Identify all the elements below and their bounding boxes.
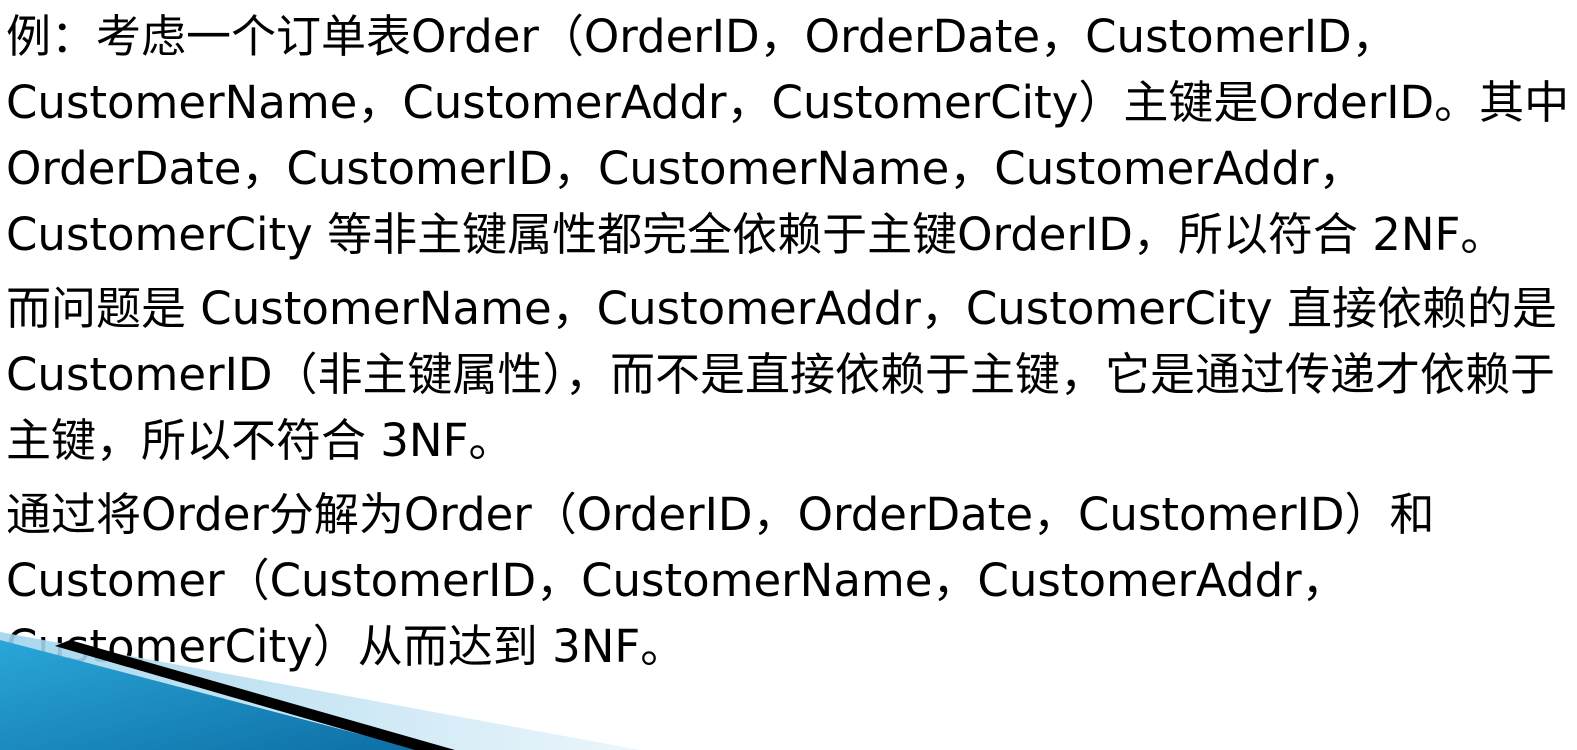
paragraph-2nf-example: 例：考虑一个订单表Order（OrderID，OrderDate，Custome…: [6, 10, 1570, 261]
corner-decoration-graphic: [0, 632, 640, 750]
slide: 例：考虑一个订单表Order（OrderID，OrderDate，Custome…: [0, 0, 1577, 750]
paragraph-3nf-problem: 而问题是 CustomerName，CustomerAddr，CustomerC…: [6, 282, 1557, 467]
slide-body: 例：考虑一个订单表Order（OrderID，OrderDate，Custome…: [6, 4, 1574, 680]
corner-blue-wedge: [0, 640, 420, 750]
